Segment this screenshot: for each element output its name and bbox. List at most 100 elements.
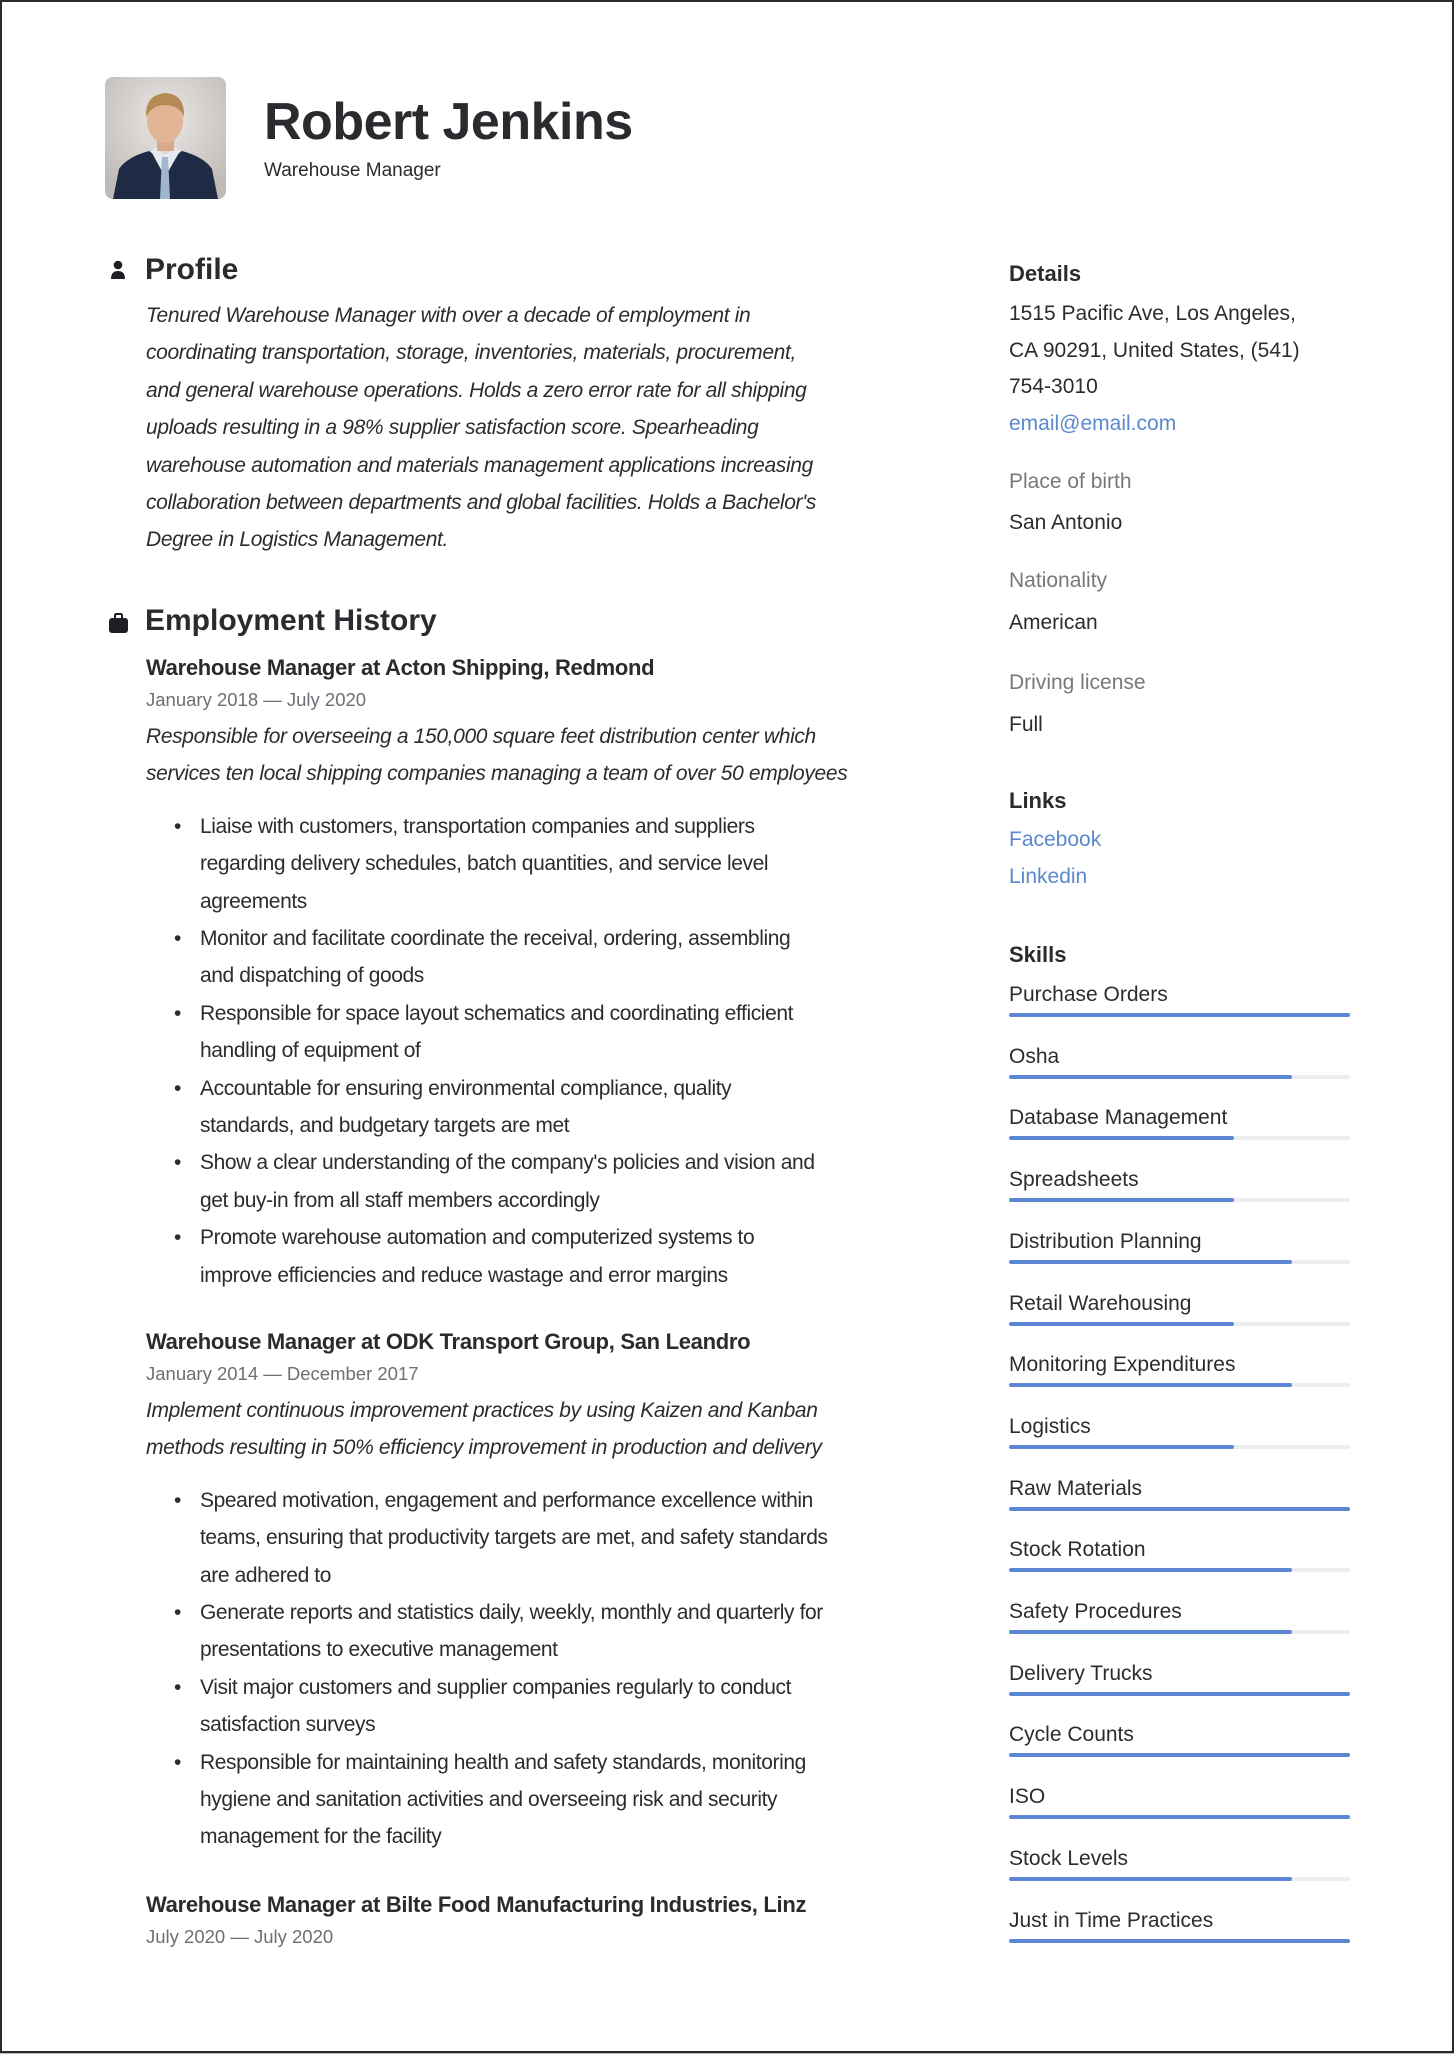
driving-license-value: Full <box>1009 713 1043 736</box>
resume-page: Robert Jenkins Warehouse Manager Profile… <box>0 0 1454 2053</box>
job-entry: Warehouse Manager at Bilte Food Manufact… <box>146 1892 807 1948</box>
bullet-line: and dispatching of goods <box>200 964 424 988</box>
bullet-icon: • <box>174 1076 182 1100</box>
job-dates: January 2018 — July 2020 <box>146 689 367 710</box>
job-dates: January 2014 — December 2017 <box>146 1363 419 1384</box>
skill-level-bar <box>1009 1506 1350 1511</box>
skill-level-bar <box>1009 1013 1350 1017</box>
bullet-line: standards, and budgetary targets are met <box>200 1114 570 1138</box>
bullet-line: hygiene and sanitation activities and ov… <box>200 1788 778 1812</box>
person-icon <box>110 260 126 285</box>
profile-line: uploads resulting in a 98% supplier sati… <box>146 416 759 440</box>
skill-item: Cycle Counts <box>1009 1722 1350 1758</box>
skill-level-bar <box>1009 1938 1350 1943</box>
skill-name: Osha <box>1009 1044 1060 1068</box>
skill-item: Stock Levels <box>1009 1846 1350 1881</box>
skill-name: Database Management <box>1009 1106 1228 1130</box>
nationality-value: American <box>1009 611 1098 634</box>
skill-item: Purchase Orders <box>1009 982 1350 1017</box>
skill-item: Database Management <box>1009 1105 1350 1141</box>
skill-level-bar <box>1009 1321 1235 1326</box>
bullet-line: Liaise with customers, transportation co… <box>200 814 755 838</box>
skill-level-track <box>1009 1815 1350 1820</box>
skill-name: Spreadsheets <box>1009 1168 1139 1192</box>
bullet-line: get buy-in from all staff members accord… <box>200 1188 600 1212</box>
skill-level-track <box>1009 1691 1350 1696</box>
skill-level-track <box>1009 1259 1350 1264</box>
job-summary-line: services ten local shipping companies ma… <box>146 762 848 786</box>
bullet-line: Speared motivation, engagement and perfo… <box>200 1488 813 1512</box>
bullet-line: Accountable for ensuring environmental c… <box>200 1076 732 1100</box>
skill-level-track <box>1009 1321 1350 1326</box>
profile-line: and general warehouse operations. Holds … <box>146 378 807 402</box>
skill-name: Stock Levels <box>1009 1846 1129 1870</box>
skill-name: Retail Warehousing <box>1009 1291 1192 1315</box>
skill-level-track <box>1009 1753 1350 1758</box>
profile-line: Tenured Warehouse Manager with over a de… <box>146 304 751 327</box>
bullet-icon: • <box>174 927 182 951</box>
profile-summary: Tenured Warehouse Manager with over a de… <box>146 297 816 559</box>
skill-level-bar <box>1009 1444 1235 1449</box>
job-bullets: • Liaise with customers, transportation c… <box>174 808 847 1294</box>
bullet-icon: • <box>174 1001 182 1025</box>
profile-line: coordinating transportation, storage, in… <box>146 341 796 365</box>
bullet-icon: • <box>174 1226 182 1250</box>
skill-item: Stock Rotation <box>1009 1537 1350 1573</box>
job-title: Warehouse Manager at ODK Transport Group… <box>146 1329 751 1354</box>
bullet-icon: • <box>174 1675 182 1699</box>
job-summary-line: Implement continuous improvement practic… <box>146 1399 818 1422</box>
skill-level-track <box>1009 1013 1350 1017</box>
bullet-line: are adhered to <box>200 1563 332 1587</box>
skill-level-track <box>1009 1444 1350 1449</box>
job-entry: Warehouse Manager at Acton Shipping, Red… <box>146 655 848 1294</box>
address-line: 1515 Pacific Ave, Los Angeles, <box>1009 302 1296 325</box>
skill-level-track <box>1009 1876 1350 1881</box>
facebook-link[interactable]: Facebook <box>1009 828 1101 852</box>
job-title: Warehouse Manager at Acton Shipping, Red… <box>146 655 655 680</box>
skill-level-bar <box>1009 1876 1293 1881</box>
skill-level-track <box>1009 1506 1350 1511</box>
skill-name: Just in Time Practices <box>1009 1908 1214 1932</box>
bullet-item: • Responsible for space layout schematics… <box>174 995 847 1070</box>
address: 1515 Pacific Ave, Los Angeles, CA 90291,… <box>1009 296 1300 442</box>
details-heading: Details <box>1009 261 1082 286</box>
skill-level-bar <box>1009 1630 1293 1634</box>
bullet-line: Responsible for space layout schematics … <box>200 1001 794 1025</box>
bullet-line: satisfaction surveys <box>200 1713 376 1737</box>
bullet-line: Responsible for maintaining health and s… <box>200 1750 806 1774</box>
profile-line: collaboration between departments and gl… <box>146 491 817 515</box>
skill-name: Purchase Orders <box>1009 983 1168 1006</box>
bullet-line: improve efficiencies and reduce wastage … <box>200 1263 728 1287</box>
skill-level-track <box>1009 1383 1350 1388</box>
skill-level-bar <box>1009 1815 1350 1820</box>
email-link[interactable]: email@email.com <box>1009 406 1300 443</box>
skill-item: Spreadsheets <box>1009 1167 1350 1203</box>
bullet-icon: • <box>174 1601 182 1625</box>
bullet-line: agreements <box>200 889 307 913</box>
bullet-icon: • <box>174 1151 182 1175</box>
skill-level-bar <box>1009 1198 1235 1203</box>
skill-item: Retail Warehousing <box>1009 1291 1350 1326</box>
bullet-line: Promote warehouse automation and compute… <box>200 1226 755 1250</box>
bullet-item: • Promote warehouse automation and comput… <box>174 1219 847 1294</box>
place-of-birth-label: Place of birth <box>1009 470 1132 493</box>
candidate-title: Warehouse Manager <box>264 160 441 181</box>
bullet-line: Monitor and facilitate coordinate the re… <box>200 927 791 951</box>
job-summary: Responsible for overseeing a 150,000 squ… <box>146 718 848 793</box>
job-entry: Warehouse Manager at ODK Transport Group… <box>146 1329 828 1856</box>
skill-item: Monitoring Expenditures <box>1009 1352 1350 1388</box>
profile-line: warehouse automation and materials manag… <box>146 453 813 477</box>
employment-heading: Employment History <box>145 604 437 637</box>
place-of-birth-value: San Antonio <box>1009 511 1123 534</box>
profile-heading: Profile <box>145 253 239 286</box>
skill-name: ISO <box>1009 1785 1046 1809</box>
skill-item: ISO <box>1009 1784 1350 1820</box>
job-summary: Implement continuous improvement practic… <box>146 1392 828 1467</box>
job-title: Warehouse Manager at Bilte Food Manufact… <box>146 1892 807 1917</box>
skill-name: Cycle Counts <box>1009 1723 1134 1747</box>
linkedin-link[interactable]: Linkedin <box>1009 865 1087 889</box>
skill-level-track <box>1009 1938 1350 1943</box>
candidate-name: Robert Jenkins <box>264 93 633 151</box>
job-summary-line: methods resulting in 50% efficiency impr… <box>146 1436 822 1460</box>
nationality-label: Nationality <box>1009 569 1108 592</box>
